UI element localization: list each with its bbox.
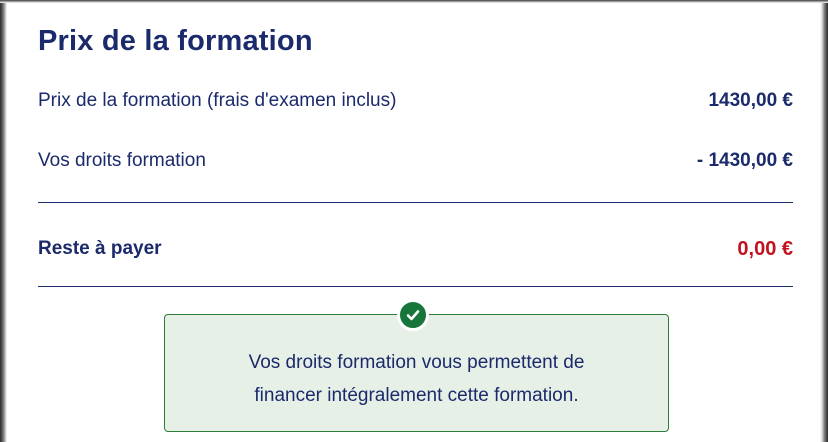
price-value: 1430,00 € bbox=[708, 90, 793, 111]
price-card: Prix de la formation Prix de la formatio… bbox=[7, 3, 820, 442]
divider bbox=[38, 202, 793, 203]
remaining-value: 0,00 € bbox=[737, 237, 793, 260]
notice-line-1: Vos droits formation vous permettent de bbox=[248, 352, 585, 373]
divider bbox=[38, 286, 793, 287]
rights-row: Vos droits formation - 1430,00 € bbox=[38, 146, 793, 176]
remaining-label: Reste à payer bbox=[38, 238, 162, 259]
window-right-edge bbox=[820, 0, 828, 442]
window-left-edge bbox=[0, 0, 7, 442]
price-label: Prix de la formation (frais d'examen inc… bbox=[38, 90, 397, 111]
notice-line-2: financer intégralement cette formation. bbox=[254, 385, 579, 406]
check-circle-icon bbox=[397, 299, 429, 331]
success-notice: Vos droits formation vous permettent de … bbox=[164, 299, 669, 432]
checkmark-icon bbox=[406, 310, 420, 321]
window-frame: Prix de la formation Prix de la formatio… bbox=[0, 0, 828, 442]
section-title: Prix de la formation bbox=[38, 25, 313, 57]
remaining-row: Reste à payer 0,00 € bbox=[38, 234, 793, 264]
rights-label: Vos droits formation bbox=[38, 150, 206, 171]
notice-message: Vos droits formation vous permettent de … bbox=[165, 346, 668, 412]
rights-value: - 1430,00 € bbox=[696, 150, 793, 171]
price-row: Prix de la formation (frais d'examen inc… bbox=[38, 86, 793, 116]
